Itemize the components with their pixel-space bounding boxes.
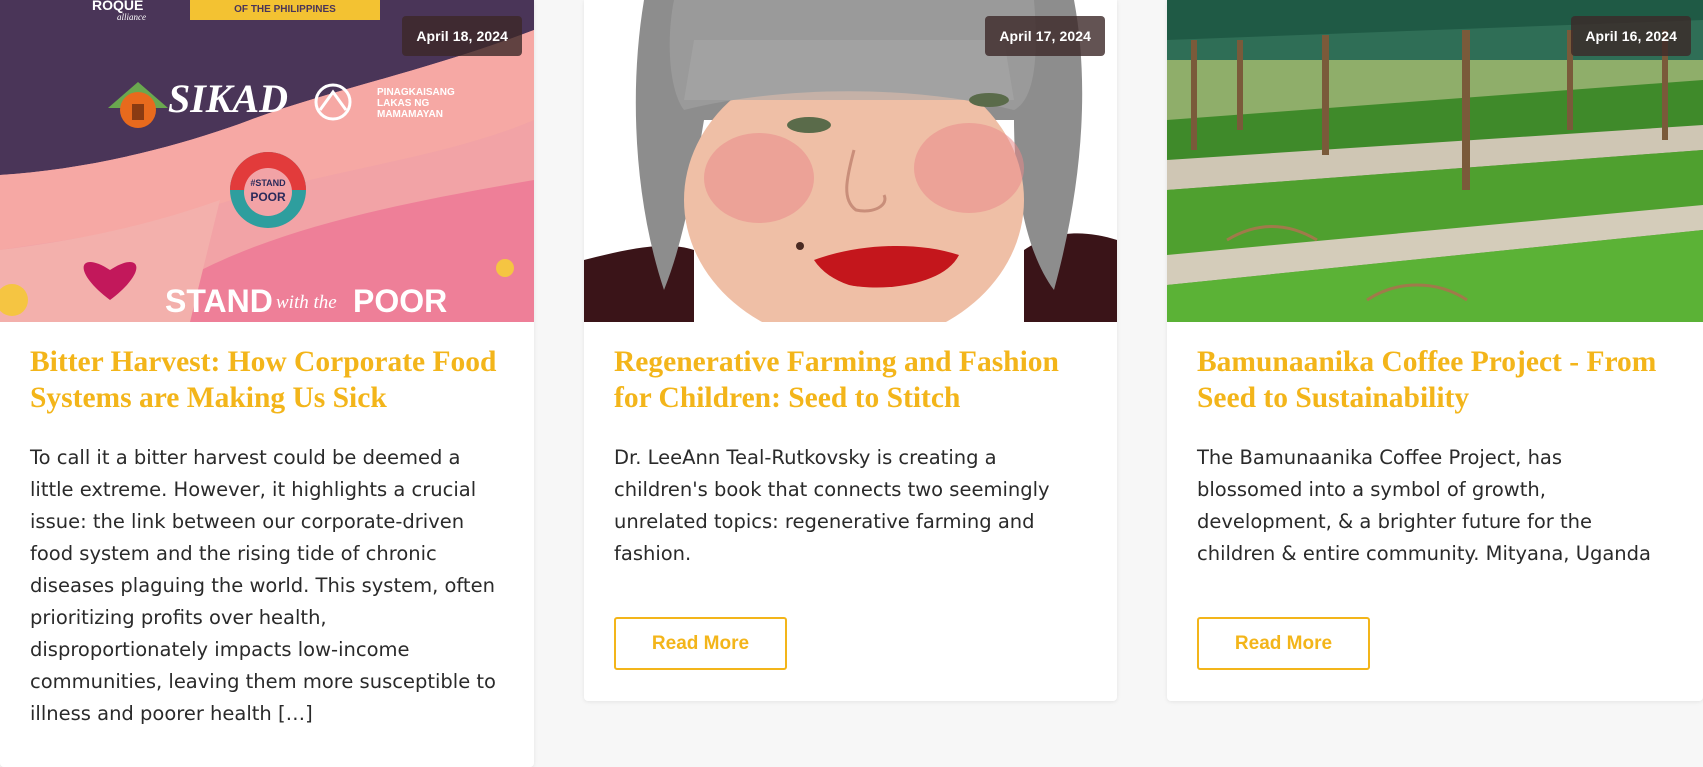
poster-with-the-text: with the	[276, 292, 337, 313]
badge-poor-text: POOR	[250, 190, 286, 204]
poster-alliance-text: alliance	[117, 12, 146, 22]
post-title[interactable]: Bamunaanika Coffee Project - From Seed t…	[1197, 344, 1673, 416]
post-excerpt: Dr. LeeAnn Teal-Rutkovsky is creating a …	[614, 446, 1050, 565]
post-date-badge: April 17, 2024	[985, 16, 1105, 56]
poster-pinagkaisang-line3: MAMAMAYAN	[377, 109, 443, 120]
poster-pinagkaisang-line2: LAKAS NG	[377, 98, 429, 109]
poster-pinagkaisang-line1: PINAGKAISANG	[377, 87, 455, 98]
post-title[interactable]: Bitter Harvest: How Corporate Food Syste…	[30, 344, 504, 416]
post-excerpt: To call it a bitter harvest could be dee…	[30, 446, 496, 725]
post-title[interactable]: Regenerative Farming and Fashion for Chi…	[614, 344, 1087, 416]
poster-philippines-text: OF THE PHILIPPINES	[234, 4, 336, 15]
post-date-badge: April 18, 2024	[402, 16, 522, 56]
stand-poor-badge-icon: #STAND POOR	[230, 152, 306, 228]
post-image[interactable]: April 17, 2024	[584, 0, 1117, 322]
read-more-button[interactable]: Read More	[614, 617, 787, 670]
post-date-badge: April 16, 2024	[1571, 16, 1691, 56]
poster-stand-text: STAND	[165, 283, 273, 319]
post-card-seed-to-stitch: April 17, 2024 Regenerative Farming and …	[584, 0, 1117, 701]
post-image[interactable]: April 16, 2024	[1167, 0, 1703, 322]
poster-poor-text: POOR	[353, 283, 447, 319]
post-excerpt: The Bamunaanika Coffee Project, has blos…	[1197, 446, 1651, 565]
post-card-bitter-harvest: OF THE PHILIPPINES ROQUE alliance SIKAD …	[0, 0, 534, 767]
emoji-small-icon	[496, 259, 514, 277]
post-card-bamunaanika-coffee: April 16, 2024 Bamunaanika Coffee Projec…	[1167, 0, 1703, 701]
badge-stand-text: #STAND	[250, 178, 286, 188]
post-image[interactable]: OF THE PHILIPPINES ROQUE alliance SIKAD …	[0, 0, 534, 322]
poster-sikad-text: SIKAD	[168, 76, 288, 121]
read-more-button[interactable]: Read More	[1197, 617, 1370, 670]
